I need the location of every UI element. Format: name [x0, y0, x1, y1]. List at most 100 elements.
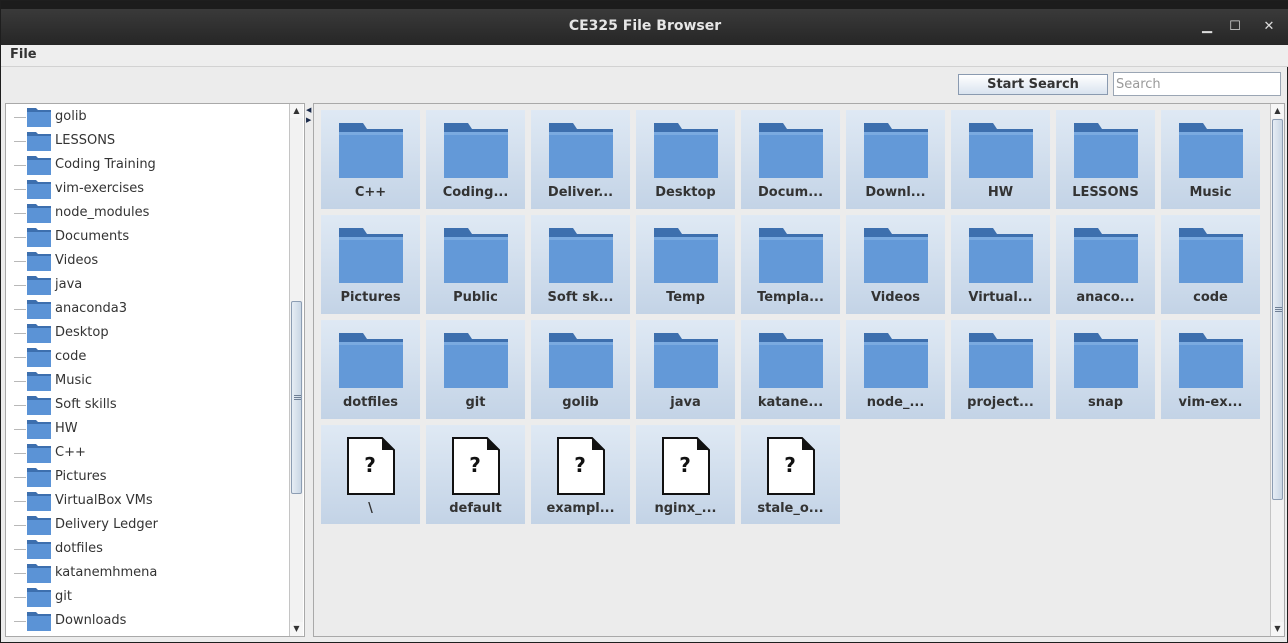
tree-item-label: Desktop	[55, 325, 109, 340]
file-tile[interactable]: ? \	[321, 425, 420, 524]
tile-label: C++	[354, 185, 387, 200]
folder-tile[interactable]: Temp	[636, 215, 735, 314]
folder-tile[interactable]: LESSONS	[1056, 110, 1155, 209]
folder-icon	[339, 333, 403, 388]
tree-item[interactable]: node_modules	[6, 201, 288, 225]
search-input[interactable]	[1113, 72, 1281, 96]
tile-label: node_...	[866, 395, 925, 410]
folder-tile[interactable]: HW	[951, 110, 1050, 209]
folder-tile[interactable]: Downl...	[846, 110, 945, 209]
tree-connector	[14, 309, 26, 310]
start-search-button[interactable]: Start Search	[958, 74, 1108, 95]
folder-tile[interactable]: C++	[321, 110, 420, 209]
folder-tile[interactable]: node_...	[846, 320, 945, 419]
folder-icon	[549, 228, 613, 283]
tree-scrollbar[interactable]: ▲ ▼	[289, 104, 303, 636]
folder-tile[interactable]: snap	[1056, 320, 1155, 419]
folder-tile[interactable]: Docum...	[741, 110, 840, 209]
tree-scroll-down-icon[interactable]: ▼	[290, 622, 303, 636]
folder-tile[interactable]: git	[426, 320, 525, 419]
tree-item[interactable]: vim-exercises	[6, 177, 288, 201]
folder-tile[interactable]: java	[636, 320, 735, 419]
tree-item[interactable]: C++	[6, 441, 288, 465]
tree-item-label: anaconda3	[55, 301, 128, 316]
tree-item[interactable]: HW	[6, 417, 288, 441]
tree-connector	[14, 357, 26, 358]
grip-line	[294, 397, 301, 398]
folder-tile[interactable]: Deliver...	[531, 110, 630, 209]
grid-scroll-down-icon[interactable]: ▼	[1271, 622, 1284, 636]
folder-icon	[759, 228, 823, 283]
tree-item[interactable]: Soft skills	[6, 393, 288, 417]
tree-item-label: node_modules	[55, 205, 150, 220]
tree-item[interactable]: katanemhmena	[6, 561, 288, 585]
tree-item[interactable]: Delivery Ledger	[6, 513, 288, 537]
folder-tile[interactable]: Coding...	[426, 110, 525, 209]
tree-scroll-thumb[interactable]	[291, 301, 302, 494]
folder-icon	[27, 252, 51, 271]
tree-item[interactable]: Videos	[6, 249, 288, 273]
unknown-file-icon: ?	[662, 437, 710, 495]
grid-scroll-up-icon[interactable]: ▲	[1271, 104, 1284, 118]
split-divider[interactable]: ◀ ▶	[305, 103, 313, 637]
folder-tile[interactable]: Videos	[846, 215, 945, 314]
grid-scroll-thumb[interactable]	[1272, 119, 1283, 500]
folder-tile[interactable]: Templa...	[741, 215, 840, 314]
folder-tile[interactable]: katane...	[741, 320, 840, 419]
folder-tile[interactable]: dotfiles	[321, 320, 420, 419]
folder-tile[interactable]: Virtual...	[951, 215, 1050, 314]
tree-item[interactable]: java	[6, 273, 288, 297]
tile-label: Virtual...	[968, 290, 1033, 305]
tree-item[interactable]: anaconda3	[6, 297, 288, 321]
menu-file[interactable]: File	[10, 47, 37, 62]
folder-icon	[864, 333, 928, 388]
tree-item[interactable]: golib	[6, 105, 288, 129]
file-tile[interactable]: ? stale_o...	[741, 425, 840, 524]
file-tile[interactable]: ? default	[426, 425, 525, 524]
tree-item[interactable]: VirtualBox VMs	[6, 489, 288, 513]
folder-tile[interactable]: Desktop	[636, 110, 735, 209]
tile-label: vim-ex...	[1178, 395, 1243, 410]
tree-item-label: katanemhmena	[55, 565, 158, 580]
file-tile[interactable]: ? exampl...	[531, 425, 630, 524]
tree-item-label: Pictures	[55, 469, 107, 484]
tree-item[interactable]: Documents	[6, 225, 288, 249]
folder-tile[interactable]: golib	[531, 320, 630, 419]
tree-item[interactable]: Music	[6, 369, 288, 393]
folder-tile[interactable]: code	[1161, 215, 1260, 314]
file-grid-pane: C++ Coding... Deliver... Desktop Docum... Dow…	[313, 103, 1285, 637]
folder-icon	[27, 588, 51, 607]
tree-item[interactable]: code	[6, 345, 288, 369]
tree-connector	[14, 117, 26, 118]
tree-item[interactable]: LESSONS	[6, 129, 288, 153]
split-left-arrow-icon[interactable]: ◀	[306, 106, 311, 114]
folder-tile[interactable]: vim-ex...	[1161, 320, 1260, 419]
folder-tile[interactable]: Music	[1161, 110, 1260, 209]
tree-item-label: VirtualBox VMs	[55, 493, 153, 508]
tree-item[interactable]: git	[6, 585, 288, 609]
file-tile[interactable]: ? nginx_...	[636, 425, 735, 524]
tree-item[interactable]: dotfiles	[6, 537, 288, 561]
tree-item[interactable]: Downloads	[6, 609, 288, 633]
tree-connector	[14, 549, 26, 550]
tree-item[interactable]: Desktop	[6, 321, 288, 345]
unknown-file-icon: ?	[767, 437, 815, 495]
tree-item[interactable]: Coding Training	[6, 153, 288, 177]
tree-item[interactable]: Pictures	[6, 465, 288, 489]
tree-scroll-up-icon[interactable]: ▲	[290, 104, 303, 118]
folder-icon	[1179, 228, 1243, 283]
split-right-arrow-icon[interactable]: ▶	[306, 116, 311, 124]
maximize-button[interactable]: ☐	[1225, 18, 1245, 36]
title-bar[interactable]: CE325 File Browser ▁ ☐ ✕	[1, 9, 1288, 45]
tree-connector	[14, 453, 26, 454]
folder-tile[interactable]: Soft sk...	[531, 215, 630, 314]
folder-tile[interactable]: Pictures	[321, 215, 420, 314]
grid-scrollbar[interactable]: ▲ ▼	[1270, 104, 1284, 636]
folder-tile[interactable]: project...	[951, 320, 1050, 419]
folder-tile[interactable]: Public	[426, 215, 525, 314]
folder-tile[interactable]: anaco...	[1056, 215, 1155, 314]
tile-label: stale_o...	[757, 501, 824, 516]
tree-item-label: git	[55, 589, 72, 604]
close-button[interactable]: ✕	[1259, 18, 1279, 36]
minimize-button[interactable]: ▁	[1197, 18, 1217, 36]
